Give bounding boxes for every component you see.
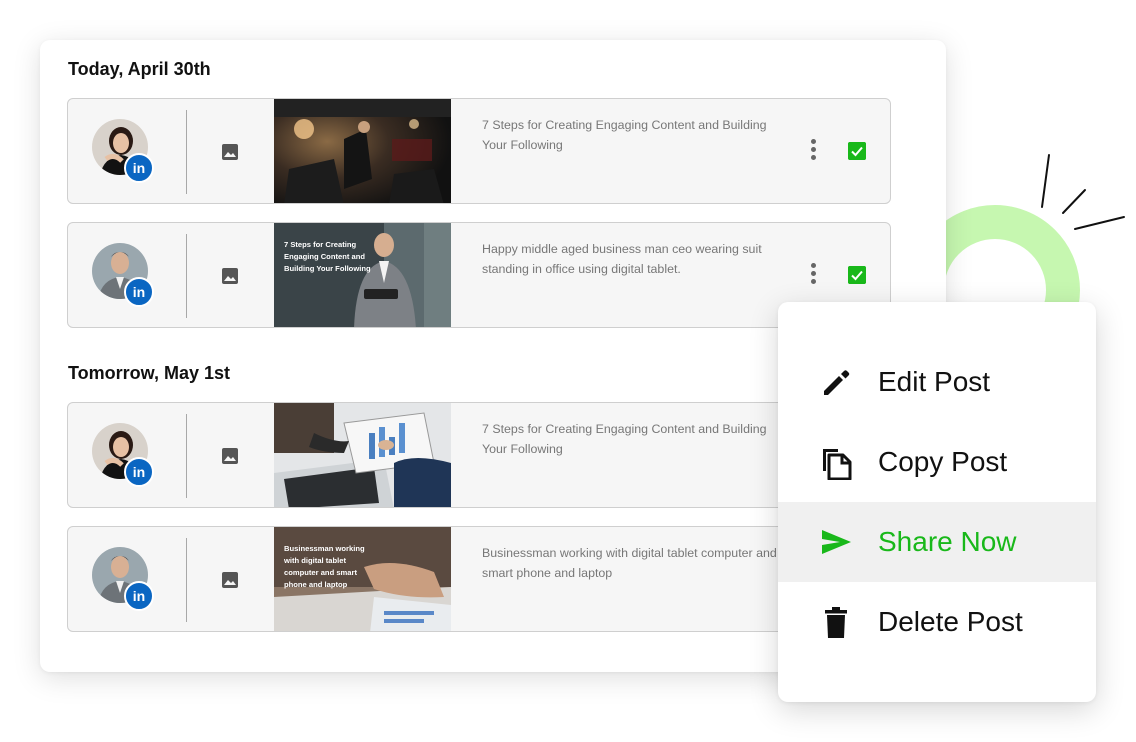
post-thumbnail xyxy=(274,99,451,203)
post-thumbnail: Businessman working with digital tablet … xyxy=(274,527,451,631)
menu-item-label: Edit Post xyxy=(878,366,991,397)
day-heading-today: Today, April 30th xyxy=(68,59,211,79)
image-icon xyxy=(222,448,238,464)
linkedin-icon: in xyxy=(124,153,154,183)
image-icon xyxy=(222,144,238,160)
menu-item-label: Share Now xyxy=(878,526,1017,557)
send-icon xyxy=(822,530,851,554)
divider xyxy=(186,414,187,498)
post-thumbnail: 7 Steps for Creating Engaging Content an… xyxy=(274,223,451,327)
copy-icon xyxy=(823,449,852,480)
post-text: Happy middle aged business man ceo weari… xyxy=(482,242,762,276)
linkedin-icon: in xyxy=(124,277,154,307)
decorative-sparks xyxy=(1041,154,1125,230)
trash-icon xyxy=(825,607,847,638)
thumbnail-caption: 7 Steps for Creating Engaging Content an… xyxy=(284,240,371,273)
checkbox-checked-icon[interactable] xyxy=(848,142,866,160)
linkedin-icon: in xyxy=(124,581,154,611)
post-thumbnail xyxy=(274,403,451,507)
pencil-icon xyxy=(824,370,850,395)
post-text: Businessman working with digital tablet … xyxy=(482,546,777,580)
post-row[interactable]: in 7 Steps for Creating Engaging Content… xyxy=(67,98,891,204)
divider xyxy=(186,110,187,194)
post-row[interactable]: in Businessman working with digital tabl… xyxy=(67,526,891,632)
post-text: 7 Steps for Creating Engaging Content an… xyxy=(482,422,767,456)
menu-item-copy-post[interactable]: Copy Post xyxy=(778,422,1096,502)
more-options-icon[interactable] xyxy=(808,263,818,289)
divider xyxy=(186,234,187,318)
thumbnail-caption: Businessman working with digital tablet … xyxy=(284,544,365,589)
divider xyxy=(186,538,187,622)
menu-item-share-now[interactable]: Share Now xyxy=(778,502,1096,582)
menu-item-label: Copy Post xyxy=(878,446,1008,477)
linkedin-icon: in xyxy=(124,457,154,487)
checkbox-checked-icon[interactable] xyxy=(848,266,866,284)
image-icon xyxy=(222,572,238,588)
post-text: 7 Steps for Creating Engaging Content an… xyxy=(482,118,767,152)
day-heading-tomorrow: Tomorrow, May 1st xyxy=(68,363,231,383)
image-icon xyxy=(222,268,238,284)
menu-item-delete-post[interactable]: Delete Post xyxy=(778,582,1096,662)
menu-item-label: Delete Post xyxy=(878,606,1023,637)
post-row[interactable]: in 7 Steps for Creating Engaging Content… xyxy=(67,222,891,328)
post-row[interactable]: in 7 Steps for Creating Engaging Content… xyxy=(67,402,891,508)
menu-item-edit-post[interactable]: Edit Post xyxy=(778,342,1096,422)
more-options-icon[interactable] xyxy=(808,139,818,165)
post-context-menu: Edit Post Copy Post Share Now Delete Pos… xyxy=(778,302,1096,702)
